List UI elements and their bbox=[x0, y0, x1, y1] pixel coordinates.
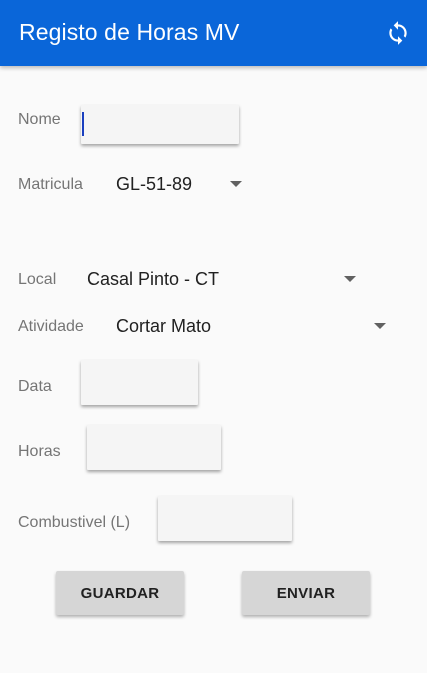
sync-icon bbox=[389, 21, 407, 45]
sync-button[interactable] bbox=[381, 16, 415, 50]
nome-label: Nome bbox=[18, 111, 61, 128]
data-label: Data bbox=[18, 378, 52, 395]
horas-input[interactable] bbox=[87, 425, 221, 470]
text-cursor bbox=[82, 112, 84, 136]
data-input[interactable] bbox=[81, 360, 198, 405]
app-bar: Registo de Horas MV bbox=[0, 0, 427, 66]
atividade-label: Atividade bbox=[18, 318, 84, 335]
app-title: Registo de Horas MV bbox=[19, 19, 240, 45]
atividade-dropdown-icon[interactable] bbox=[374, 323, 386, 329]
matricula-dropdown-icon[interactable] bbox=[230, 181, 242, 187]
local-select[interactable]: Casal Pinto - CT bbox=[87, 269, 219, 290]
enviar-button[interactable]: ENVIAR bbox=[242, 571, 370, 615]
local-dropdown-icon[interactable] bbox=[344, 276, 356, 282]
local-label: Local bbox=[18, 271, 57, 288]
matricula-label: Matricula bbox=[18, 176, 83, 193]
nome-input[interactable] bbox=[81, 105, 239, 144]
horas-label: Horas bbox=[18, 443, 61, 460]
matricula-select[interactable]: GL-51-89 bbox=[116, 174, 192, 195]
combustivel-label: Combustivel (L) bbox=[18, 514, 131, 531]
combustivel-input[interactable] bbox=[158, 496, 292, 541]
guardar-button[interactable]: GUARDAR bbox=[56, 571, 184, 615]
atividade-select[interactable]: Cortar Mato bbox=[116, 316, 211, 337]
